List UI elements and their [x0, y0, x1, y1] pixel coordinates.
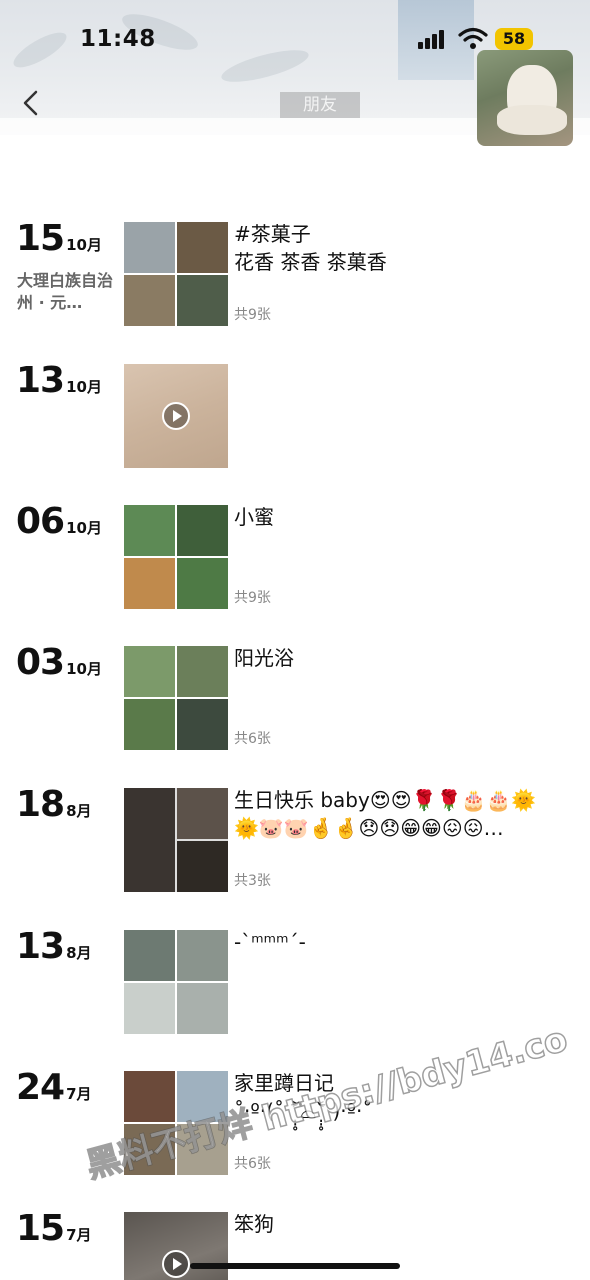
- photo-thumbnail: [124, 1071, 175, 1122]
- entry-day: 18: [16, 784, 65, 825]
- entry-month: 7月: [66, 1226, 92, 1244]
- entry-caption: #茶菓子 花香 茶香 茶菓香: [234, 222, 387, 274]
- entry-day: 06: [16, 501, 65, 542]
- photo-thumbnail: [177, 841, 228, 892]
- status-time: 11:48: [80, 26, 156, 52]
- photo-count: 共9张: [234, 590, 271, 606]
- entry-month: 10月: [66, 519, 102, 537]
- photo-thumbnail-grid[interactable]: [124, 646, 228, 750]
- entry-date: 06 10月: [16, 501, 102, 542]
- photo-thumbnail-grid[interactable]: [124, 930, 228, 1034]
- photo-thumbnail: [124, 646, 175, 697]
- entry-day: 03: [16, 642, 65, 683]
- profile-avatar[interactable]: [477, 50, 573, 146]
- entry-month: 10月: [66, 378, 102, 396]
- entry-date: 13 8月: [16, 926, 92, 967]
- entry-date: 03 10月: [16, 642, 102, 683]
- photo-thumbnail: [177, 558, 228, 609]
- photo-thumbnail: [124, 983, 175, 1034]
- entry-date: 24 7月: [16, 1067, 92, 1108]
- entry-location: 大理白族自治州 · 元…: [17, 271, 114, 312]
- entry-month: 8月: [66, 944, 92, 962]
- entry-caption: 生日快乐 baby😍😍🌹🌹🎂🎂🌞 🌞🐷🐷🤞🤞😞😞😁😁😖😖…: [234, 788, 537, 840]
- photo-thumbnail-grid[interactable]: [124, 505, 228, 609]
- entry-day: 15: [16, 1208, 65, 1249]
- photo-thumbnail: [124, 275, 175, 326]
- entry-month: 8月: [66, 802, 92, 820]
- photo-count: 共3张: [234, 873, 271, 889]
- photo-thumbnail: [124, 505, 175, 556]
- entry-date: 18 8月: [16, 784, 92, 825]
- photo-thumbnail-grid[interactable]: [124, 222, 228, 326]
- photo-thumbnail: [124, 558, 175, 609]
- photo-thumbnail: [177, 275, 228, 326]
- entry-caption: 笨狗: [234, 1212, 274, 1236]
- dog-photo: [497, 65, 567, 135]
- entry-caption: 阳光浴: [234, 646, 294, 670]
- photo-thumbnail: [177, 788, 228, 839]
- entry-month: 7月: [66, 1085, 92, 1103]
- photo-thumbnail: [124, 930, 175, 981]
- entry-caption: -`ᵐᵐᵐ´-: [234, 930, 306, 954]
- entry-date: 13 10月: [16, 360, 102, 401]
- battery-indicator: 58: [495, 28, 533, 50]
- photo-count: 共6张: [234, 731, 271, 747]
- entry-month: 10月: [66, 236, 102, 254]
- photo-thumbnail-grid[interactable]: [124, 788, 228, 892]
- photo-count: 共6张: [234, 1156, 271, 1172]
- entry-date: 15 10月: [16, 218, 102, 259]
- entry-day: 15: [16, 218, 65, 259]
- entry-day: 13: [16, 926, 65, 967]
- photo-thumbnail: [177, 930, 228, 981]
- entry-day: 24: [16, 1067, 65, 1108]
- photo-thumbnail: [124, 222, 175, 273]
- video-thumbnail[interactable]: [124, 364, 228, 468]
- wifi-icon: [458, 27, 488, 49]
- photo-thumbnail: [124, 699, 175, 750]
- video-thumbnail[interactable]: [124, 1212, 228, 1280]
- entry-month: 10月: [66, 660, 102, 678]
- play-icon: [162, 1250, 190, 1278]
- play-icon: [162, 402, 190, 430]
- photo-thumbnail: [177, 505, 228, 556]
- photo-thumbnail: [177, 222, 228, 273]
- signal-icon: [418, 29, 450, 49]
- photo-thumbnail: [177, 646, 228, 697]
- entry-caption: 小蜜: [234, 505, 274, 529]
- photo-thumbnail: [177, 983, 228, 1034]
- entry-day: 13: [16, 360, 65, 401]
- back-arrow-icon[interactable]: [18, 88, 44, 118]
- header-title: 朋友: [280, 92, 360, 118]
- home-indicator: [190, 1263, 400, 1269]
- photo-thumbnail: [177, 699, 228, 750]
- photo-thumbnail: [124, 788, 175, 892]
- photo-count: 共9张: [234, 307, 271, 323]
- entry-date: 15 7月: [16, 1208, 92, 1249]
